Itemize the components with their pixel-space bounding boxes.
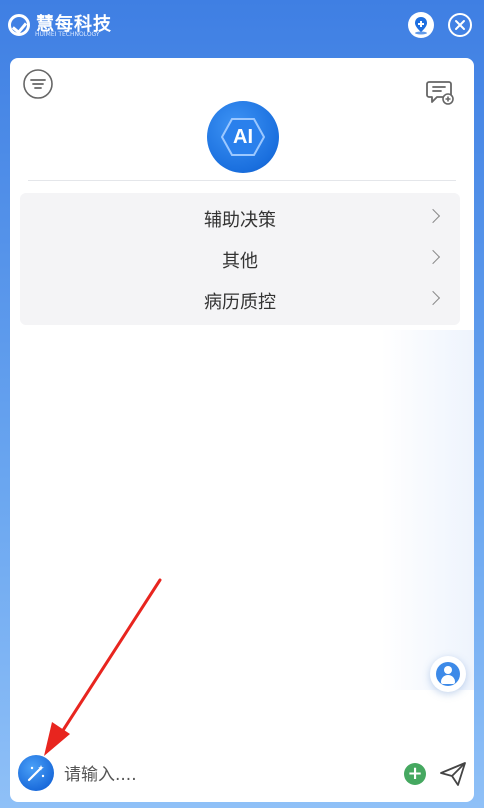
chevron-right-icon [425, 249, 441, 265]
magic-wand-button[interactable] [18, 755, 54, 791]
chevron-right-icon [425, 208, 441, 224]
menu-item-label: 其他 [222, 251, 258, 272]
magic-wand-icon [27, 765, 45, 782]
menu-item-record-qc[interactable]: 病历质控 [20, 281, 460, 321]
menu-item-label: 辅助决策 [204, 210, 276, 231]
logo-subtext: HUIMEI TECHNOLOGY [35, 31, 100, 38]
customer-support-icon [436, 662, 460, 686]
new-chat-button[interactable] [424, 76, 456, 108]
assistant-window: 慧每科技 HUIMEI TECHNOLOGY AI 辅助决策 其他 病历质控 请… [0, 0, 484, 808]
ai-badge: AI [221, 117, 265, 157]
chevron-right-icon [425, 290, 441, 306]
check-circle-logo-icon [8, 14, 30, 36]
divider [28, 180, 456, 181]
send-icon [440, 762, 466, 786]
new-chat-icon [426, 81, 454, 105]
chat-area [10, 330, 474, 690]
filter-lines-icon [23, 69, 53, 99]
close-icon [455, 20, 465, 30]
menu-item-label: 病历质控 [204, 292, 276, 313]
ai-label: AI [233, 125, 253, 148]
pin-button[interactable] [408, 12, 434, 38]
close-button[interactable] [448, 13, 472, 37]
title-bar: 慧每科技 HUIMEI TECHNOLOGY [0, 0, 484, 50]
plus-circle-icon[interactable]: + [404, 763, 426, 785]
menu-item-decision-support[interactable]: 辅助决策 [20, 199, 460, 239]
send-button[interactable] [438, 760, 468, 788]
filter-button[interactable] [22, 68, 54, 100]
quick-menu: 辅助决策 其他 病历质控 [20, 193, 460, 325]
ai-avatar: AI [207, 101, 279, 173]
chat-input[interactable] [62, 761, 396, 789]
customer-support-button[interactable] [430, 656, 466, 692]
menu-item-other[interactable]: 其他 [20, 240, 460, 280]
pin-location-icon [415, 17, 427, 35]
